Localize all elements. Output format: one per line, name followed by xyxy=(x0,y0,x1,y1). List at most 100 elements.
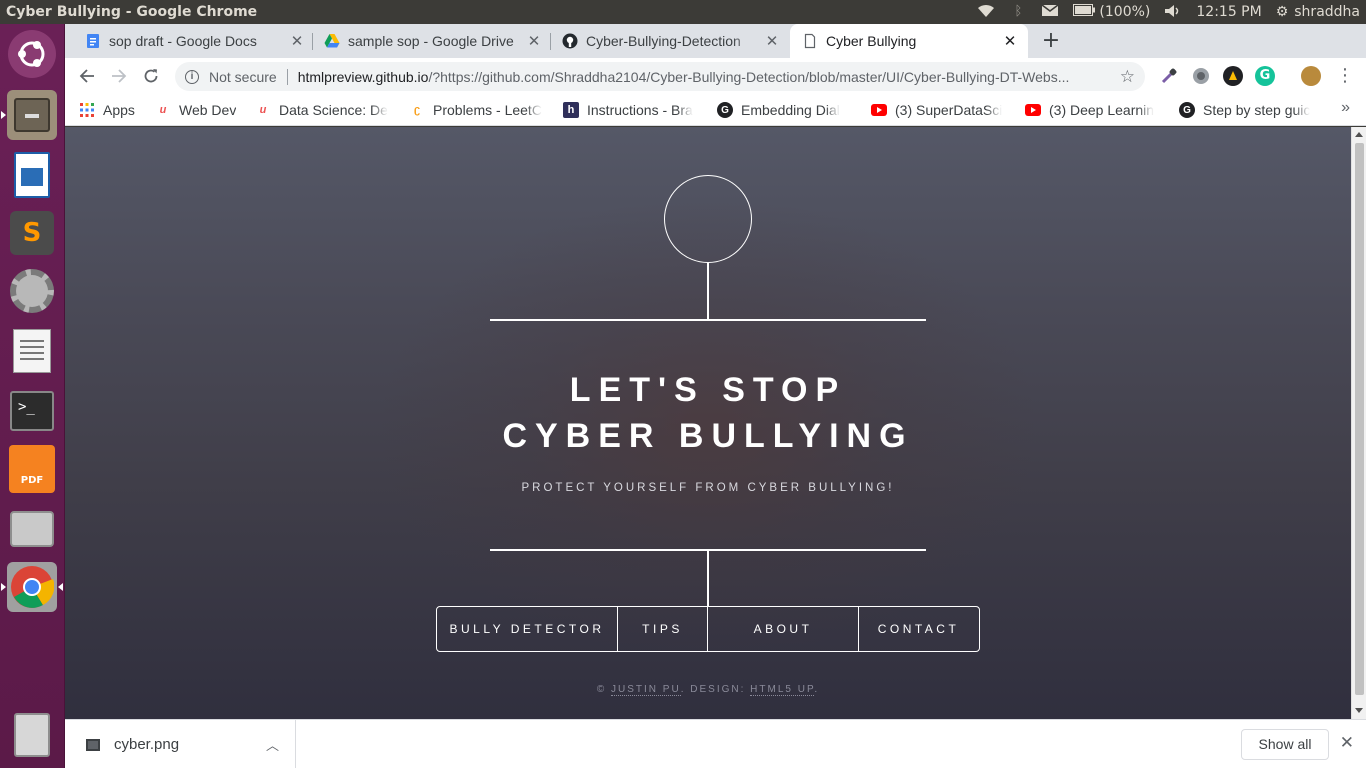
foxit-pdf-icon[interactable]: PDF xyxy=(7,444,57,494)
bookmark-web-dev[interactable]: u Web Dev xyxy=(155,100,243,120)
show-all-downloads-button[interactable]: Show all xyxy=(1241,729,1329,760)
wifi-icon[interactable] xyxy=(977,4,995,20)
running-indicator xyxy=(1,583,6,591)
close-tab-icon[interactable]: ✕ xyxy=(764,32,780,50)
nav-contact[interactable]: CONTACT xyxy=(859,607,978,651)
close-tab-icon[interactable]: ✕ xyxy=(526,32,542,50)
hackerrank-icon: h xyxy=(563,102,579,118)
trash-icon[interactable] xyxy=(7,710,57,760)
page-headline: LET'S STOP CYBER BULLYING xyxy=(408,367,1008,459)
files-icon[interactable] xyxy=(7,90,57,140)
user-menu[interactable]: ⚙ shraddha xyxy=(1276,4,1360,20)
grayscale-extension-icon[interactable] xyxy=(1191,66,1211,86)
tab-github[interactable]: Cyber-Bullying-Detection ✕ xyxy=(562,24,780,58)
bookmarks-bar: Apps u Web Dev u Data Science: De ʗ Prob… xyxy=(65,94,1366,126)
clock[interactable]: 12:15 PM xyxy=(1196,4,1261,20)
libreoffice-writer-icon[interactable] xyxy=(7,150,57,200)
tab-title: Cyber-Bullying-Detection xyxy=(586,33,741,49)
page-scrollbar[interactable] xyxy=(1351,127,1366,719)
leetcode-icon: ʗ xyxy=(413,104,421,116)
text-editor-icon[interactable] xyxy=(7,326,57,376)
scroll-up-arrow[interactable] xyxy=(1355,132,1363,137)
bookmark-instructions[interactable]: h Instructions - Bra xyxy=(563,100,701,120)
battery-indicator[interactable]: (100%) xyxy=(1073,4,1150,20)
divider-line xyxy=(490,319,926,321)
nav-tips[interactable]: TIPS xyxy=(618,607,708,651)
close-tab-icon[interactable]: ✕ xyxy=(289,32,305,50)
page-viewport: LET'S STOP CYBER BULLYING PROTECT YOURSE… xyxy=(65,127,1351,719)
page-footer: © JUSTIN PU. DESIGN: HTML5 UP. xyxy=(408,684,1008,696)
close-icon[interactable]: ✕ xyxy=(1340,733,1354,753)
close-tab-icon[interactable]: ✕ xyxy=(1002,32,1018,50)
headline-line-2: CYBER BULLYING xyxy=(502,417,914,455)
footer-author-link[interactable]: JUSTIN PU xyxy=(611,684,681,696)
tab-google-drive[interactable]: sample sop - Google Drive ✕ xyxy=(324,24,542,58)
bookmarks-overflow-icon[interactable]: » xyxy=(1341,99,1350,117)
react-devtools-extension-icon[interactable] xyxy=(1223,66,1243,86)
tab-google-docs[interactable]: sop draft - Google Docs ✕ xyxy=(85,24,305,58)
apps-grid-icon xyxy=(79,102,95,118)
nav-about[interactable]: ABOUT xyxy=(708,607,859,651)
youtube-icon xyxy=(871,102,887,118)
google-chrome-icon[interactable] xyxy=(7,562,57,612)
tab-separator xyxy=(312,33,313,50)
page-icon xyxy=(802,33,818,49)
active-indicator xyxy=(58,583,63,591)
bluetooth-icon[interactable]: ᛒ xyxy=(1009,4,1027,20)
bookmark-apps[interactable]: Apps xyxy=(79,100,143,120)
youtube-icon xyxy=(1025,102,1041,118)
divider xyxy=(286,68,288,85)
image-file-icon xyxy=(86,738,100,751)
security-label[interactable]: Not secure xyxy=(209,69,277,85)
connector-line xyxy=(707,263,709,319)
forward-button[interactable] xyxy=(105,62,133,90)
download-item[interactable]: cyber.png ︿ xyxy=(65,720,296,768)
footer-design-link[interactable]: HTML5 UP xyxy=(750,684,815,696)
bookmark-leetcode[interactable]: ʗ Problems - LeetC xyxy=(409,100,547,120)
address-bar[interactable]: i Not secure htmlpreview.github.io /?htt… xyxy=(175,62,1145,91)
bookmark-step-by-step[interactable]: G Step by step guic xyxy=(1179,100,1321,120)
user-name: shraddha xyxy=(1294,4,1360,20)
logo-circle xyxy=(664,175,752,263)
bookmark-superdatascience[interactable]: (3) SuperDataSci xyxy=(871,100,1011,120)
scroll-thumb[interactable] xyxy=(1355,143,1364,695)
footer-copyright: © xyxy=(596,684,612,695)
headline-line-1: LET'S STOP xyxy=(569,371,847,409)
volume-icon[interactable] xyxy=(1164,4,1182,20)
chrome-menu-icon[interactable]: ⋮ xyxy=(1331,62,1359,90)
tab-cyber-bullying[interactable]: Cyber Bullying ✕ xyxy=(790,24,1028,58)
mail-icon[interactable] xyxy=(1041,4,1059,20)
profile-avatar[interactable] xyxy=(1301,66,1321,86)
chevron-up-icon[interactable]: ︿ xyxy=(266,735,279,754)
google-docs-icon xyxy=(85,33,101,49)
grammarly-extension-icon[interactable]: G xyxy=(1255,66,1275,86)
color-picker-extension-icon[interactable] xyxy=(1159,66,1179,86)
sublime-text-icon[interactable]: S xyxy=(7,208,57,258)
bookmark-data-science[interactable]: u Data Science: De xyxy=(255,100,393,120)
footer-period: . xyxy=(814,684,820,695)
system-settings-icon[interactable] xyxy=(7,266,57,316)
info-icon[interactable]: i xyxy=(185,69,199,84)
download-shelf: cyber.png ︿ Show all ✕ xyxy=(65,719,1366,768)
bookmark-star-icon[interactable]: ☆ xyxy=(1120,67,1135,87)
window-title: Cyber Bullying - Google Chrome xyxy=(6,4,258,20)
terminal-icon[interactable]: >_ xyxy=(7,386,57,436)
ubuntu-dash-icon[interactable] xyxy=(8,30,56,78)
bookmark-embedding-dial[interactable]: G Embedding Dial xyxy=(717,100,857,120)
new-tab-button[interactable]: + xyxy=(1037,28,1065,56)
scroll-down-arrow[interactable] xyxy=(1355,708,1363,713)
tab-title: Cyber Bullying xyxy=(826,33,917,49)
github-icon: G xyxy=(717,102,733,118)
page-tagline: PROTECT YOURSELF FROM CYBER BULLYING! xyxy=(521,482,895,494)
nav-bully-detector[interactable]: BULLY DETECTOR xyxy=(437,607,618,651)
back-button[interactable] xyxy=(73,62,101,90)
bookmark-deep-learning[interactable]: (3) Deep Learnin xyxy=(1025,100,1165,120)
gear-icon: ⚙ xyxy=(1275,4,1289,20)
download-file-name: cyber.png xyxy=(114,736,180,753)
google-drive-icon xyxy=(324,33,340,49)
system-tray: ᛒ (100%) 12:15 PM ⚙ shraddha xyxy=(977,0,1366,24)
disk-drive-icon[interactable] xyxy=(7,504,57,554)
system-top-panel: Cyber Bullying - Google Chrome ᛒ (100%) … xyxy=(0,0,1366,24)
reload-button[interactable] xyxy=(137,62,165,90)
tab-title: sample sop - Google Drive xyxy=(348,33,514,49)
